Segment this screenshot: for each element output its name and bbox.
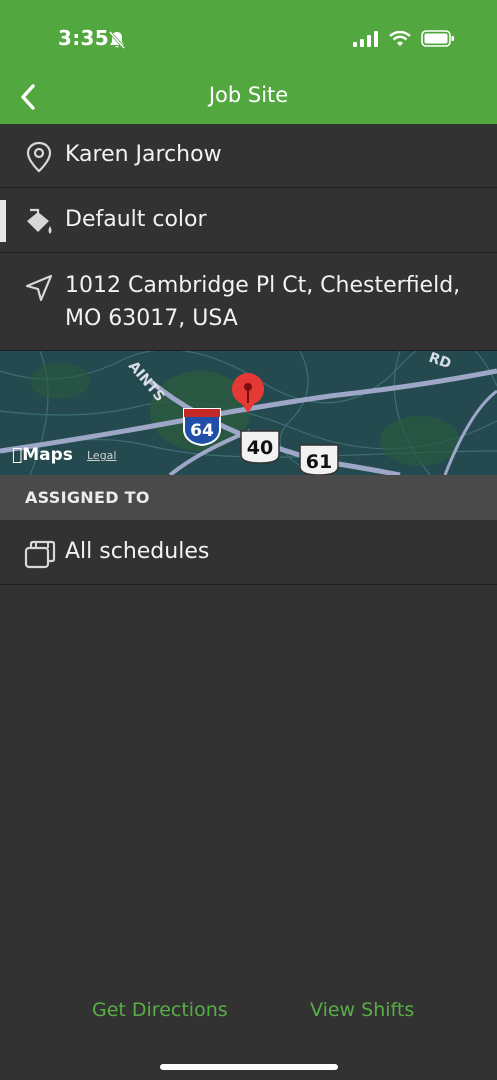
bell-muted-icon <box>108 31 126 49</box>
assigned-to-header: ASSIGNED TO <box>0 475 497 520</box>
job-site-name: Karen Jarchow <box>65 142 222 167</box>
job-site-name-row[interactable]: Karen Jarchow <box>0 124 497 188</box>
apple-maps-attribution: Maps <box>12 445 73 465</box>
address-row[interactable]: 1012 Cambridge Pl Ct, Chesterfield, MO 6… <box>0 253 497 351</box>
color-label: Default color <box>65 207 207 232</box>
maps-attribution-text: Maps <box>12 445 73 465</box>
signal-icon <box>353 30 378 47</box>
address-line-2: MO 63017, USA <box>65 306 238 331</box>
nav-bar: Job Site <box>0 70 497 124</box>
apple-logo-icon:  <box>12 445 22 465</box>
us-route-shield-icon: 61 <box>299 444 339 475</box>
us-route-shield-icon: 40 <box>240 430 280 464</box>
schedules-stack-icon <box>24 540 56 569</box>
map-preview[interactable]: AINTS RD 64 40 61 Maps Legal <box>0 351 497 475</box>
color-row[interactable]: Default color <box>0 188 497 253</box>
home-indicator[interactable] <box>160 1064 338 1070</box>
wifi-icon <box>389 30 411 46</box>
status-bar: 3:35 <box>0 0 497 70</box>
map-canvas: AINTS RD 64 40 61 <box>0 351 497 475</box>
navigation-arrow-icon <box>25 274 53 302</box>
schedules-row[interactable]: All schedules <box>0 520 497 585</box>
paint-bucket-icon <box>27 208 52 234</box>
page-title: Job Site <box>208 83 289 107</box>
us-route-shield-label: 61 <box>306 451 332 473</box>
assigned-to-header-label: ASSIGNED TO <box>25 488 150 507</box>
interstate-shield-label: 64 <box>190 421 214 441</box>
get-directions-button[interactable]: Get Directions <box>92 999 228 1021</box>
address-line-1: 1012 Cambridge Pl Ct, Chesterfield, <box>65 273 461 298</box>
status-time: 3:35 <box>58 26 109 50</box>
interstate-shield-icon: 64 <box>183 408 221 447</box>
schedules-label: All schedules <box>65 539 210 564</box>
location-pin-icon <box>26 141 52 173</box>
us-route-shield-label: 40 <box>247 437 273 459</box>
view-shifts-button[interactable]: View Shifts <box>310 999 414 1021</box>
battery-icon <box>421 30 454 47</box>
maps-legal-link[interactable]: Legal <box>87 449 116 462</box>
